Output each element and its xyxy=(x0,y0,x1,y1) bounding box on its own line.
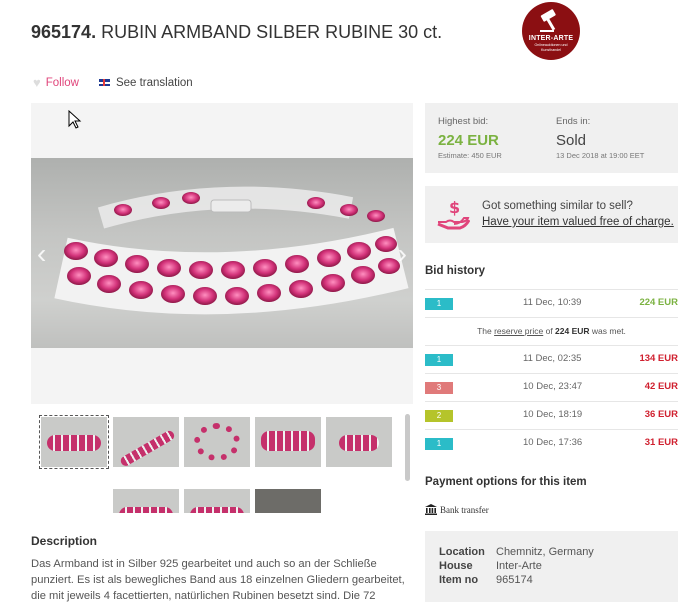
valuation-link[interactable]: Have your item valued free of charge. xyxy=(482,216,674,228)
bid-row: 2 10 Dec, 18:19 36 EUR xyxy=(425,401,678,429)
translation-label: See translation xyxy=(115,76,193,89)
thumbnail-strip xyxy=(31,413,401,513)
estimate: Estimate: 450 EUR xyxy=(438,151,502,160)
next-image-arrow[interactable]: › xyxy=(398,240,407,268)
thumbnail[interactable] xyxy=(113,417,179,467)
highest-bid-label: Highest bid: xyxy=(438,116,489,127)
uk-flag-icon xyxy=(98,79,110,86)
bid-summary: Highest bid: 224 EUR Estimate: 450 EUR E… xyxy=(425,103,678,173)
money-hand-icon: $ xyxy=(437,198,470,230)
prev-image-arrow[interactable]: ‹ xyxy=(37,240,46,268)
bid-date: 11 Dec, 02:35 xyxy=(523,353,582,364)
bid-amount: 134 EUR xyxy=(639,353,678,364)
thumbnail[interactable] xyxy=(255,489,321,513)
reserve-price-link[interactable]: reserve price xyxy=(494,326,543,336)
heart-icon: ♥ xyxy=(33,75,41,90)
lot-name: RUBIN ARMBAND SILBER RUBINE 30 ct. xyxy=(101,22,443,42)
house-label: House xyxy=(439,560,473,572)
mouse-cursor-icon xyxy=(68,110,82,129)
bidder-badge: 1 xyxy=(425,298,453,310)
bid-history-list: 1 11 Dec, 10:39 224 EUR The reserve pric… xyxy=(425,289,678,457)
bid-date: 11 Dec, 10:39 xyxy=(523,297,582,308)
payment-title: Payment options for this item xyxy=(425,476,587,488)
thumbnail[interactable] xyxy=(184,417,250,467)
bidder-badge: 1 xyxy=(425,354,453,366)
bank-icon xyxy=(425,504,437,515)
location-value: Chemnitz, Germany xyxy=(496,546,594,558)
bidder-badge: 1 xyxy=(425,438,453,450)
end-date: 13 Dec 2018 at 19:00 EET xyxy=(556,151,645,160)
see-translation-button[interactable]: See translation xyxy=(98,76,193,89)
item-no-value: 965174 xyxy=(496,574,533,586)
item-no-label: Item no xyxy=(439,574,479,586)
thumbnail[interactable] xyxy=(184,489,250,513)
follow-label: Follow xyxy=(45,76,79,89)
bid-row: 1 10 Dec, 17:36 31 EUR xyxy=(425,429,678,457)
bid-row: 3 10 Dec, 23:47 42 EUR xyxy=(425,373,678,401)
lot-info: Location Chemnitz, Germany House Inter-Art… xyxy=(425,531,678,602)
sold-status: Sold xyxy=(556,132,587,149)
payment-method-label: Bank transfer xyxy=(440,504,489,515)
thumbnail[interactable] xyxy=(326,417,392,467)
thumbnail[interactable] xyxy=(113,489,179,513)
house-value: Inter-Arte xyxy=(496,560,542,572)
bidder-badge: 3 xyxy=(425,382,453,394)
bid-date: 10 Dec, 23:47 xyxy=(523,381,583,392)
reserve-amount: 224 EUR xyxy=(555,326,590,336)
thumbnail[interactable] xyxy=(255,417,321,467)
logo-name: INTER-ARTE xyxy=(528,35,574,42)
svg-text:$: $ xyxy=(449,198,460,217)
lot-actions: ♥ Follow See translation xyxy=(33,75,193,90)
bid-amount: 224 EUR xyxy=(639,297,678,308)
logo-subtitle: Onlineauktionen und Kunsthandel xyxy=(534,43,568,52)
bid-row: 1 11 Dec, 10:39 224 EUR xyxy=(425,289,678,317)
location-label: Location xyxy=(439,546,485,558)
bid-amount: 36 EUR xyxy=(644,409,678,420)
bid-history-title: Bid history xyxy=(425,265,486,277)
description-text: Das Armband ist in Silber 925 gearbeitet… xyxy=(31,558,405,602)
seller-logo[interactable]: INTER-ARTE Onlineauktionen und Kunsthand… xyxy=(522,2,580,60)
thumbnail-scrollbar[interactable] xyxy=(405,414,410,481)
bid-amount: 31 EUR xyxy=(644,437,678,448)
bracelet-image xyxy=(54,186,409,315)
highest-bid-amount: 224 EUR xyxy=(438,132,499,149)
follow-button[interactable]: ♥ Follow xyxy=(33,75,79,90)
main-photo[interactable] xyxy=(31,158,413,348)
bidder-badge: 2 xyxy=(425,410,453,422)
bid-row: 1 11 Dec, 02:35 134 EUR xyxy=(425,345,678,373)
bid-date: 10 Dec, 18:19 xyxy=(523,409,583,420)
bid-date: 10 Dec, 17:36 xyxy=(523,437,583,448)
description-heading: Description xyxy=(31,534,98,548)
thumbnail[interactable] xyxy=(39,415,109,469)
gavel-icon xyxy=(540,9,556,32)
reserve-note: The reserve price of 224 EUR was met. xyxy=(425,317,678,345)
bid-amount: 42 EUR xyxy=(644,381,678,392)
lot-number: 965174. xyxy=(31,22,97,42)
sell-question: Got something similar to sell? xyxy=(482,200,633,212)
sell-promo: $ Got something similar to sell? Have yo… xyxy=(425,186,678,243)
payment-method: Bank transfer xyxy=(425,504,489,515)
image-gallery[interactable]: ‹ › xyxy=(31,103,413,404)
lot-title: 965174. RUBIN ARMBAND SILBER RUBINE 30 c… xyxy=(31,22,442,43)
ends-in-label: Ends in: xyxy=(556,116,591,127)
